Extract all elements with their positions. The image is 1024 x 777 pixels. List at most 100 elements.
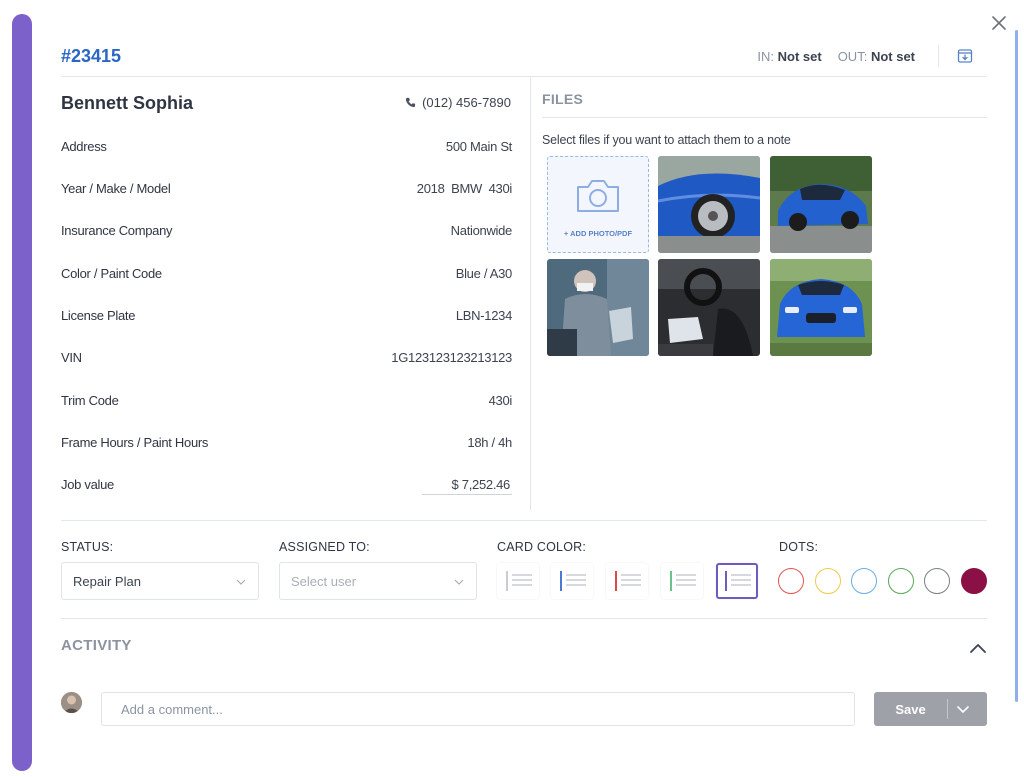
close-button[interactable] xyxy=(988,12,1010,34)
detail-value: 2018 BMW 430i xyxy=(416,181,513,196)
in-value: Not set xyxy=(777,49,822,64)
technician-image xyxy=(547,259,649,356)
job-value-input[interactable]: $ 7,252.46 xyxy=(422,475,512,495)
card-lines-icon xyxy=(615,571,641,591)
detail-label: Insurance Company xyxy=(61,223,173,238)
detail-value: 18h / 4h xyxy=(467,435,512,450)
assigned-placeholder: Select user xyxy=(291,574,357,589)
dot-option-maroon[interactable] xyxy=(961,568,987,594)
detail-row-job-value: Job value $ 7,252.46 xyxy=(61,475,512,495)
section-divider xyxy=(61,520,987,521)
file-thumbnail[interactable] xyxy=(770,259,872,356)
phone-number: (012) 456-7890 xyxy=(422,95,511,110)
files-panel: FILES Select files if you want to attach… xyxy=(542,77,987,510)
save-divider xyxy=(947,699,948,719)
card-color-option[interactable] xyxy=(551,563,593,599)
section-divider xyxy=(61,618,987,619)
card-color-option-selected[interactable] xyxy=(716,563,758,599)
chevron-down-icon[interactable] xyxy=(956,703,970,715)
detail-row-hours: Frame Hours / Paint Hours 18h / 4h xyxy=(61,433,512,453)
detail-label: Frame Hours / Paint Hours xyxy=(61,435,209,450)
header-divider xyxy=(938,45,939,67)
detail-value: 500 Main St xyxy=(445,139,512,154)
detail-row-license: License Plate LBN-1234 xyxy=(61,306,512,326)
assigned-user-select[interactable]: Select user xyxy=(279,562,477,600)
close-icon xyxy=(992,16,1006,30)
detail-row-trim: Trim Code 430i xyxy=(61,391,512,411)
archive-icon[interactable] xyxy=(957,48,973,64)
card-lines-icon xyxy=(560,571,586,591)
avatar xyxy=(61,692,82,713)
detail-label: Address xyxy=(61,139,107,154)
save-split-button: Save xyxy=(874,692,987,726)
out-value: Not set xyxy=(870,49,915,64)
card-color-label: CARD COLOR: xyxy=(497,540,587,554)
dot-option-red[interactable] xyxy=(778,568,804,594)
camera-icon xyxy=(577,180,619,212)
in-out-dates: IN: Not set OUT: Not set xyxy=(757,49,915,64)
out-date[interactable]: OUT: Not set xyxy=(838,49,915,64)
dot-option-blue[interactable] xyxy=(851,568,877,594)
car-interior-image xyxy=(658,259,760,356)
detail-row-insurance: Insurance Company Nationwide xyxy=(61,221,512,241)
in-label: IN: xyxy=(757,49,774,64)
card-lines-icon xyxy=(670,571,696,591)
detail-label: Job value xyxy=(61,477,114,492)
dot-option-gray[interactable] xyxy=(924,568,950,594)
file-thumbnail[interactable] xyxy=(658,156,760,253)
car-wheel-image xyxy=(658,156,760,253)
in-date[interactable]: IN: Not set xyxy=(757,49,821,64)
detail-label: VIN xyxy=(61,350,82,365)
dot-option-yellow[interactable] xyxy=(815,568,841,594)
card-accent-bar xyxy=(12,14,32,771)
file-thumbnail[interactable] xyxy=(547,259,649,356)
files-title: FILES xyxy=(542,91,584,107)
chevron-up-icon[interactable] xyxy=(969,642,987,656)
card-color-option[interactable] xyxy=(606,563,648,599)
chevron-down-icon xyxy=(236,579,246,585)
detail-label: License Plate xyxy=(61,308,136,323)
file-thumbnail[interactable] xyxy=(658,259,760,356)
detail-label: Color / Paint Code xyxy=(61,266,162,281)
detail-label: Trim Code xyxy=(61,393,119,408)
detail-row-address: Address 500 Main St xyxy=(61,137,512,157)
customer-phone[interactable]: (012) 456-7890 xyxy=(405,95,511,110)
status-select[interactable]: Repair Plan xyxy=(61,562,259,600)
detail-value: Blue / A30 xyxy=(455,266,513,281)
card-lines-icon xyxy=(725,571,751,591)
card-color-option[interactable] xyxy=(661,563,703,599)
out-label: OUT: xyxy=(837,49,868,64)
files-divider xyxy=(542,117,987,118)
dots-label: DOTS: xyxy=(779,540,819,554)
scrollbar[interactable] xyxy=(1015,30,1018,702)
job-details: Bennett Sophia (012) 456-7890 Address 50… xyxy=(61,77,531,510)
assigned-label: ASSIGNED TO: xyxy=(279,540,370,554)
save-button[interactable]: Save xyxy=(874,702,947,717)
status-label: STATUS: xyxy=(61,540,114,554)
comment-input[interactable] xyxy=(101,692,855,726)
detail-row-vin: VIN 1G123123123213123 xyxy=(61,348,512,368)
detail-value: 1G123123123213123 xyxy=(391,350,512,365)
add-photo-button[interactable]: + ADD PHOTO/PDF xyxy=(547,156,649,253)
customer-name: Bennett Sophia xyxy=(61,93,194,113)
files-hint: Select files if you want to attach them … xyxy=(542,133,791,147)
card-color-option[interactable] xyxy=(497,563,539,599)
detail-value: 430i xyxy=(488,393,513,408)
status-value: Repair Plan xyxy=(73,574,141,589)
dot-option-green[interactable] xyxy=(888,568,914,594)
detail-label: Year / Make / Model xyxy=(61,181,171,196)
add-photo-label: + ADD PHOTO/PDF xyxy=(563,229,633,238)
file-thumbnail[interactable] xyxy=(770,156,872,253)
phone-icon xyxy=(406,97,416,108)
car-front-image xyxy=(770,259,872,356)
detail-value: Nationwide xyxy=(450,223,513,238)
job-header: #23415 IN: Not set OUT: Not set xyxy=(61,40,987,77)
job-id[interactable]: #23415 xyxy=(61,46,121,67)
activity-title: ACTIVITY xyxy=(61,637,132,654)
detail-value: LBN-1234 xyxy=(455,308,512,323)
chevron-down-icon xyxy=(454,579,464,585)
card-lines-icon xyxy=(506,571,532,591)
detail-row-vehicle: Year / Make / Model 2018 BMW 430i xyxy=(61,179,512,199)
car-side-image xyxy=(770,156,872,253)
detail-row-color: Color / Paint Code Blue / A30 xyxy=(61,264,512,284)
